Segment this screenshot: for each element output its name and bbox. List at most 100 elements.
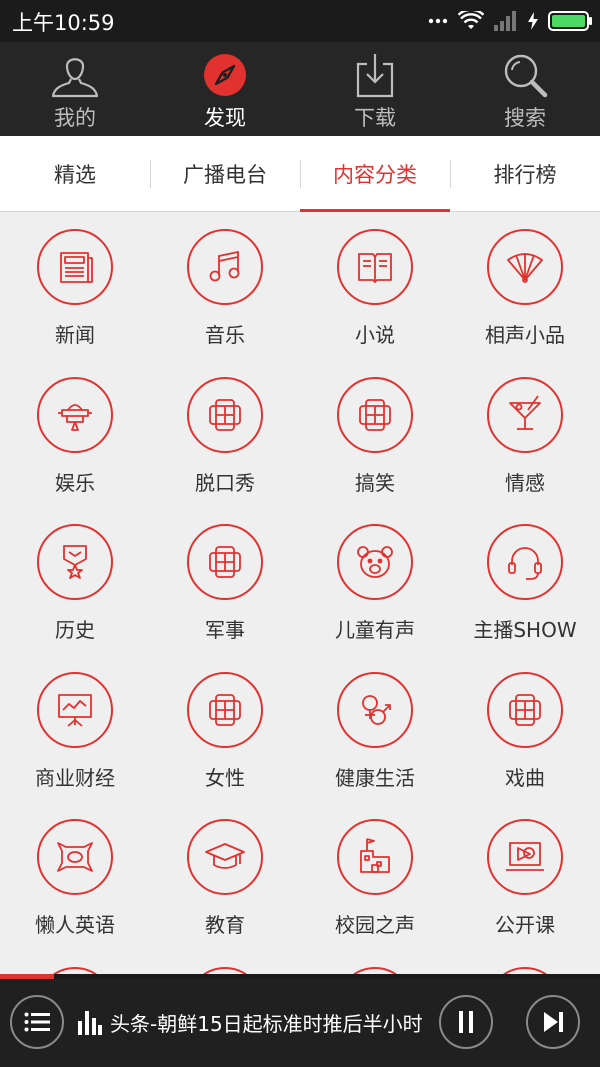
nav-discover[interactable]: 发现 xyxy=(150,42,300,136)
list-icon xyxy=(24,1012,50,1032)
category-label: 小说 xyxy=(355,323,395,347)
nav-discover-label: 发现 xyxy=(204,106,246,130)
more-dots-icon xyxy=(428,18,448,24)
category-history[interactable]: 历史 xyxy=(0,507,150,655)
category-business[interactable]: 商业财经 xyxy=(0,655,150,803)
user-icon xyxy=(51,58,99,98)
battery-icon xyxy=(548,11,592,31)
chart-board-icon xyxy=(58,693,92,727)
category-label: 主播SHOW xyxy=(473,618,577,642)
category-label: 教育 xyxy=(205,913,245,937)
category-news[interactable]: 新闻 xyxy=(0,212,150,360)
category-education[interactable]: 教育 xyxy=(150,802,300,950)
category-crosstalk[interactable]: 相声小品 xyxy=(450,212,600,360)
cocktail-icon xyxy=(509,394,541,430)
category-label: 军事 xyxy=(205,618,245,642)
nav-mine-label: 我的 xyxy=(54,106,96,130)
fan-icon xyxy=(507,253,543,283)
pause-icon xyxy=(459,1011,473,1033)
placeholder-icon xyxy=(209,398,241,431)
category-label: 儿童有声 xyxy=(335,618,415,642)
category-funny[interactable]: 搞笑 xyxy=(300,360,450,508)
category-next[interactable] xyxy=(0,950,150,974)
category-label: 公开课 xyxy=(495,913,555,937)
category-entertainment[interactable]: 娱乐 xyxy=(0,360,150,508)
headset-icon xyxy=(508,547,542,580)
nav-search[interactable]: 搜索 xyxy=(450,42,600,136)
category-label: 历史 xyxy=(55,618,95,642)
next-icon xyxy=(544,1012,563,1032)
category-label: 脱口秀 xyxy=(195,470,255,495)
category-health[interactable]: 健康生活 xyxy=(300,655,450,803)
category-emotion[interactable]: 情感 xyxy=(450,360,600,508)
compass-icon xyxy=(204,54,246,96)
category-label: 懒人英语 xyxy=(35,913,115,937)
medal-icon xyxy=(63,545,87,579)
school-building-icon xyxy=(360,838,390,873)
category-label: 商业财经 xyxy=(35,765,115,790)
top-nav: 我的 发现 下载 搜索 xyxy=(0,42,600,136)
download-icon xyxy=(356,54,394,98)
signal-icon xyxy=(494,11,516,31)
category-label: 娱乐 xyxy=(55,470,95,495)
category-label: 戏曲 xyxy=(505,765,545,790)
newspaper-icon xyxy=(60,252,93,283)
nav-download[interactable]: 下载 xyxy=(300,42,450,136)
category-host-show[interactable]: 主播SHOW xyxy=(450,507,600,655)
category-opera[interactable]: 戏曲 xyxy=(450,655,600,803)
placeholder-icon xyxy=(509,693,541,726)
category-music[interactable]: 音乐 xyxy=(150,212,300,360)
category-label: 音乐 xyxy=(205,323,245,347)
bear-icon xyxy=(357,546,393,578)
graduation-cap-icon xyxy=(205,843,245,869)
category-talkshow[interactable]: 脱口秀 xyxy=(150,360,300,508)
tab-featured[interactable]: 精选 xyxy=(0,136,150,212)
playlist-button[interactable] xyxy=(10,995,64,1049)
spaceship-icon xyxy=(58,403,92,431)
category-grid: 新闻 音乐 小说 相声小品 娱乐 脱口秀 搞笑 情感 历史 军事 儿童有声 主播… xyxy=(0,212,600,974)
category-novel[interactable]: 小说 xyxy=(300,212,450,360)
category-label: 校园之声 xyxy=(335,913,415,937)
tab-radio[interactable]: 广播电台 xyxy=(150,136,300,212)
now-playing-title[interactable]: 头条-朝鲜15日起标准时推后半小时 xyxy=(110,1008,430,1037)
tab-categories[interactable]: 内容分类 xyxy=(300,136,450,212)
category-women[interactable]: 女性 xyxy=(150,655,300,803)
placeholder-icon xyxy=(359,398,391,431)
search-icon xyxy=(504,54,548,98)
next-button[interactable] xyxy=(526,995,580,1049)
status-bar: 上午10:59 xyxy=(0,0,600,42)
mini-player: 头条-朝鲜15日起标准时推后半小时 xyxy=(0,979,600,1067)
category-open-course[interactable]: 公开课 xyxy=(450,802,600,950)
tab-rankings[interactable]: 排行榜 xyxy=(450,136,600,212)
nav-download-label: 下载 xyxy=(354,106,396,130)
category-next[interactable] xyxy=(300,950,450,974)
nav-mine[interactable]: 我的 xyxy=(0,42,150,136)
charging-icon xyxy=(528,12,538,30)
video-lesson-icon xyxy=(506,842,544,871)
music-note-icon xyxy=(209,250,240,282)
category-label: 相声小品 xyxy=(485,323,565,347)
status-time: 上午10:59 xyxy=(12,11,115,35)
pause-button[interactable] xyxy=(439,995,493,1049)
category-label: 健康生活 xyxy=(335,765,415,790)
category-campus[interactable]: 校园之声 xyxy=(300,802,450,950)
category-label: 搞笑 xyxy=(355,470,395,495)
status-icons xyxy=(428,8,592,34)
gender-icon xyxy=(362,694,391,725)
category-label: 新闻 xyxy=(55,323,95,347)
category-kids[interactable]: 儿童有声 xyxy=(300,507,450,655)
category-military[interactable]: 军事 xyxy=(150,507,300,655)
equalizer-icon xyxy=(78,1011,102,1035)
category-next[interactable] xyxy=(150,950,300,974)
placeholder-icon xyxy=(209,546,241,578)
pillow-icon xyxy=(57,842,93,872)
category-label: 女性 xyxy=(205,765,245,790)
sub-tabs: 精选 广播电台 内容分类 排行榜 xyxy=(0,136,600,212)
category-next[interactable] xyxy=(450,950,600,974)
category-label: 情感 xyxy=(505,470,545,495)
category-english[interactable]: 懒人英语 xyxy=(0,802,150,950)
nav-search-label: 搜索 xyxy=(504,106,546,130)
book-icon xyxy=(358,253,392,283)
placeholder-icon xyxy=(209,693,241,726)
wifi-icon xyxy=(458,11,484,29)
